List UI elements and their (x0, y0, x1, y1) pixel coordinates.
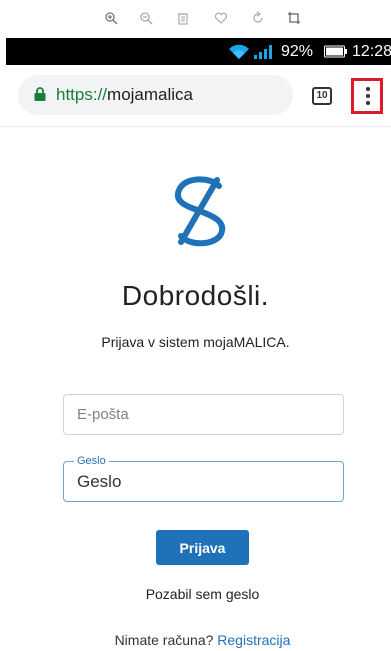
mojamalica-logo (167, 174, 233, 248)
password-label: Geslo (74, 454, 109, 468)
battery-percent: 92% (281, 42, 314, 60)
wifi-icon (228, 38, 250, 65)
password-field[interactable]: Geslo Geslo (63, 454, 344, 502)
signup-row: Nimate računa? Registracija (0, 632, 391, 648)
register-link[interactable]: Registracija (217, 632, 290, 648)
password-value: Geslo (77, 472, 122, 491)
email-field[interactable]: E-pošta (63, 394, 344, 435)
login-button[interactable]: Prijava (156, 530, 249, 565)
lock-icon (34, 87, 46, 101)
rotate-icon[interactable] (251, 11, 265, 25)
favorite-icon[interactable] (214, 11, 228, 25)
zoom-in-icon[interactable] (104, 11, 118, 25)
page-subtitle: Prijava v sistem mojaMALICA. (101, 334, 290, 350)
email-placeholder: E-pošta (77, 406, 129, 423)
zoom-out-icon[interactable] (139, 11, 153, 25)
signal-icon (253, 38, 275, 65)
no-account-text: Nimate računa? (114, 632, 218, 648)
menu-dot (366, 94, 370, 98)
browser-toolbar: https://mojamalica 10 (0, 65, 391, 127)
url-scheme: https:// (56, 85, 108, 104)
menu-dot (366, 87, 370, 91)
tab-switcher-button[interactable]: 10 (312, 87, 332, 105)
page-title: Dobrodošli. (121, 280, 270, 311)
status-bar: 92% 12:28 (6, 38, 391, 65)
menu-dot (366, 101, 370, 105)
delete-icon[interactable] (176, 11, 190, 25)
forgot-password-link[interactable]: Pozabil sem geslo (0, 586, 391, 602)
url-text: https://mojamalica (56, 85, 193, 105)
url-host: mojamalica (107, 85, 194, 104)
address-bar[interactable]: https://mojamalica (18, 75, 293, 115)
battery-icon (324, 38, 348, 65)
clock: 12:28 (352, 42, 391, 60)
more-vert-icon[interactable] (351, 78, 383, 114)
viewer-toolbar (0, 0, 391, 38)
crop-icon[interactable] (287, 11, 301, 25)
